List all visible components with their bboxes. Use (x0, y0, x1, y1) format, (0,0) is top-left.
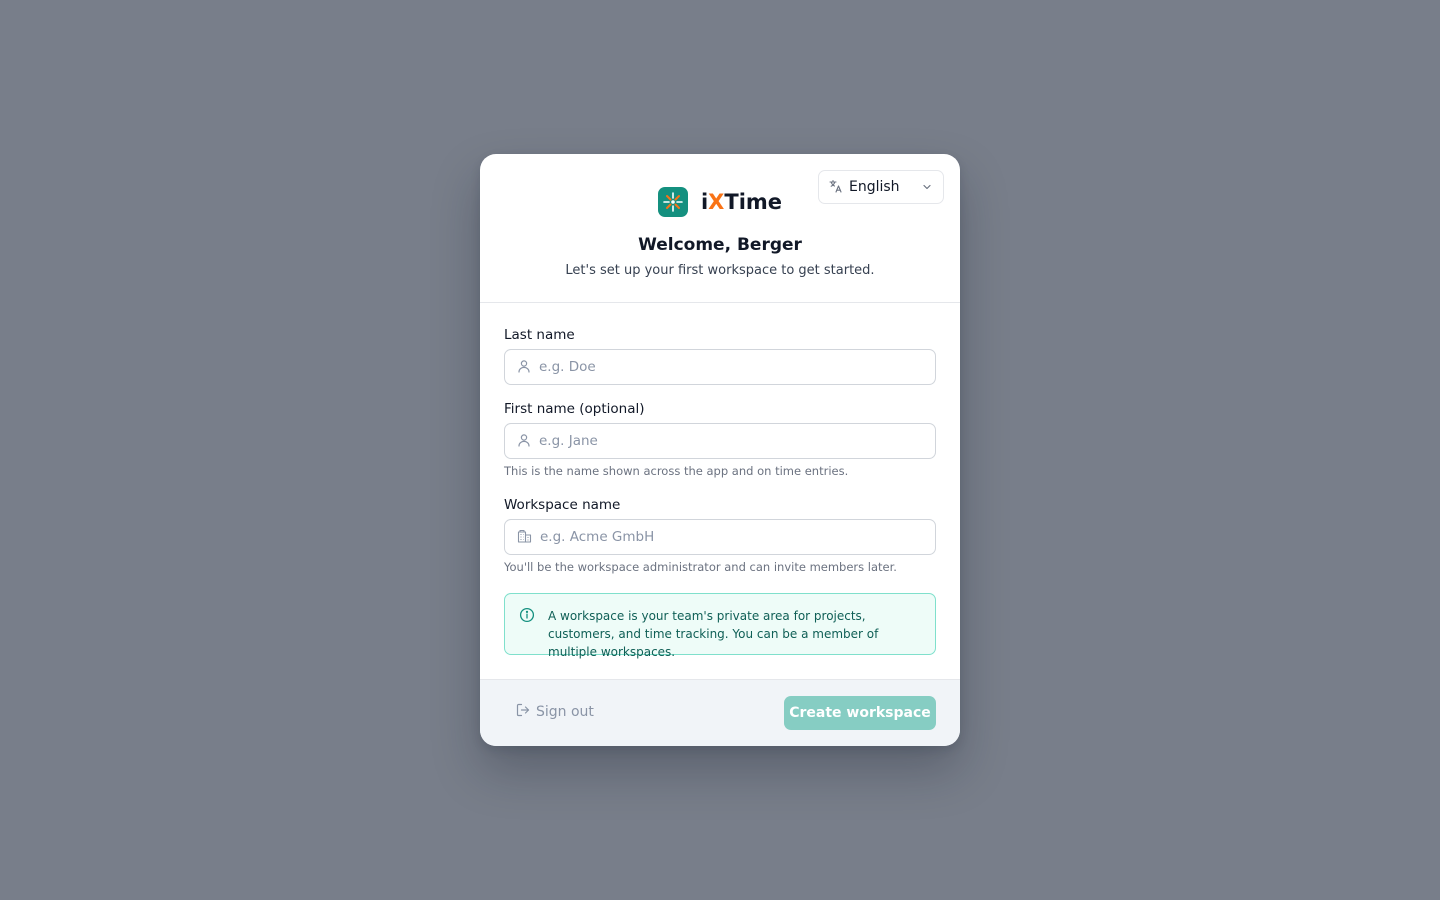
create-workspace-dialog: iXTime English Welcome, Berger Let's set… (480, 154, 960, 746)
user-icon (517, 358, 531, 377)
workspace-name-field[interactable] (504, 519, 936, 555)
last-name-input[interactable] (539, 359, 919, 375)
sign-out-icon (516, 703, 530, 721)
welcome-heading: Welcome, Berger (638, 235, 802, 255)
sign-out-button[interactable]: Sign out (516, 703, 594, 721)
workspace-name-label: Workspace name (504, 497, 621, 513)
dialog-header: iXTime English Welcome, Berger Let's set… (480, 154, 960, 303)
language-select[interactable]: English (818, 170, 944, 204)
brand-name: iXTime (701, 190, 782, 214)
first-name-field[interactable] (504, 423, 936, 459)
last-name-field[interactable] (504, 349, 936, 385)
workspace-name-hint: You'll be the workspace administrator an… (504, 560, 897, 574)
workspace-info-callout: A workspace is your team's private area … (504, 593, 936, 659)
create-workspace-button[interactable]: Create workspace (784, 696, 936, 730)
translate-icon (829, 178, 843, 197)
last-name-label: Last name (504, 327, 575, 343)
brand-name-suffix: Time (724, 190, 783, 214)
first-name-hint: This is the name shown across the app an… (504, 464, 849, 478)
dialog-footer: Sign out Create workspace (480, 679, 960, 746)
chevron-down-icon (921, 178, 933, 197)
language-select-value: English (849, 179, 900, 195)
welcome-subtitle: Let's set up your first workspace to get… (565, 263, 875, 278)
first-name-input[interactable] (539, 433, 919, 449)
building-icon (517, 528, 532, 547)
brand-mark-icon (657, 187, 688, 217)
sign-out-label: Sign out (536, 704, 594, 720)
brand-name-x: X (708, 190, 725, 214)
first-name-label: First name (optional) (504, 401, 645, 417)
workspace-info-text: A workspace is your team's private area … (548, 609, 879, 659)
workspace-name-input[interactable] (540, 529, 920, 545)
user-icon (517, 432, 531, 451)
info-icon (519, 607, 535, 654)
